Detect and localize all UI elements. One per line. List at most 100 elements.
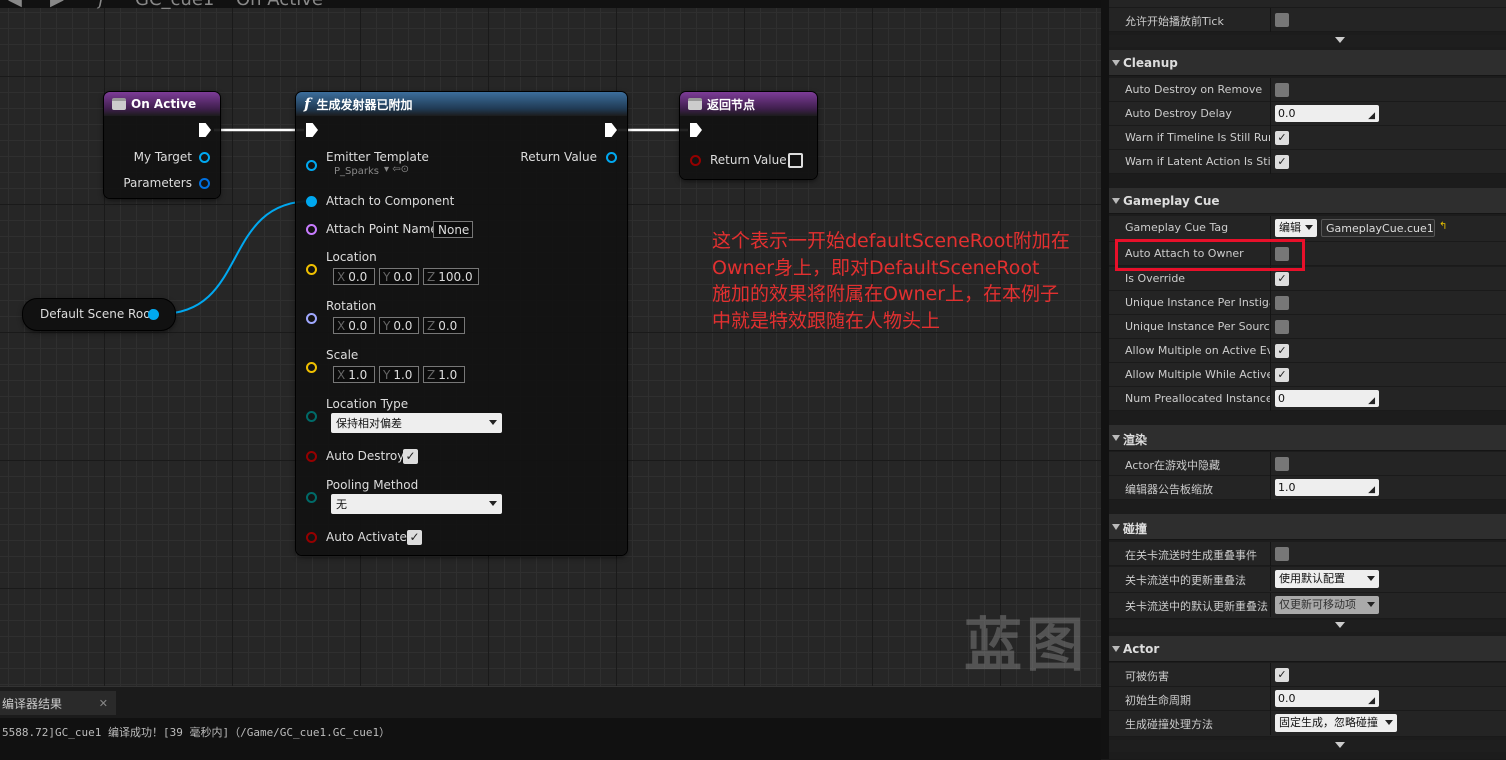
allow-multiple-active-checkbox[interactable]: ✓ <box>1275 344 1289 358</box>
details-row: Warn if Latent Action Is Still Running ✓ <box>1109 150 1506 174</box>
rotation-y-input[interactable]: Y 0.0 <box>379 317 419 334</box>
details-row: 可被伤害 ✓ <box>1109 663 1506 687</box>
location-z-input[interactable]: Z 100.0 <box>423 268 479 285</box>
tag-edit-dropdown[interactable]: 编辑 <box>1275 219 1317 237</box>
exec-in-pin[interactable] <box>690 123 702 137</box>
scale-x-input[interactable]: X 1.0 <box>333 366 375 383</box>
location-type-label: Location Type <box>326 397 409 411</box>
pooling-method-pin[interactable] <box>306 492 317 503</box>
rotation-pin[interactable] <box>306 313 317 324</box>
initial-life-span-input[interactable]: 0.0 ◢ <box>1275 690 1379 707</box>
my-target-label: My Target <box>133 150 192 164</box>
location-type-pin[interactable] <box>306 411 317 422</box>
chevron-down-icon <box>1367 602 1375 607</box>
dropdown-value: 编辑 <box>1279 221 1301 234</box>
location-x-input[interactable]: X 0.0 <box>333 268 375 285</box>
location-y-input[interactable]: Y 0.0 <box>379 268 419 285</box>
allow-multiple-while-active-checkbox[interactable]: ✓ <box>1275 368 1289 382</box>
auto-activate-pin[interactable] <box>306 532 317 543</box>
scale-pin[interactable] <box>306 362 317 373</box>
details-row: Actor在游戏中隐藏 <box>1109 452 1506 476</box>
chevron-down-icon <box>489 501 497 506</box>
my-target-pin[interactable] <box>199 152 210 163</box>
row-label: Auto Destroy Delay <box>1125 107 1232 120</box>
details-row: Auto Destroy on Remove <box>1109 78 1506 102</box>
scale-x-value: 1.0 <box>348 367 368 382</box>
annotation-line: 中就是特效跟随在人物头上 <box>712 309 941 332</box>
dropdown-value: 仅更新可移动项 <box>1279 598 1356 611</box>
rotation-z-input[interactable]: Z 0.0 <box>423 317 465 334</box>
tab-compiler-results[interactable]: 编译器结果 ✕ <box>0 691 116 715</box>
gameplay-cue-tag-value[interactable]: GameplayCue.cue1 <box>1321 219 1435 237</box>
row-label: Num Preallocated Instances <box>1125 392 1270 405</box>
details-row: Allow Multiple While Active Events ✓ <box>1109 363 1506 387</box>
chevron-down-icon[interactable]: ▾ ⇦⊙ <box>384 164 409 175</box>
annotation-line: 施加的效果将附属在Owner上，在本例子 <box>712 283 1060 305</box>
update-overlaps-dropdown[interactable]: 使用默认配置 <box>1275 570 1379 588</box>
category-rendering[interactable]: 渲染 <box>1109 425 1506 451</box>
on-active-node[interactable]: On Active My Target Parameters <box>104 92 220 198</box>
overlap-events-checkbox[interactable] <box>1275 547 1289 561</box>
advanced-expander[interactable] <box>1109 620 1506 632</box>
location-type-dropdown[interactable]: 保持相对偏差 <box>331 413 502 433</box>
details-row: Num Preallocated Instances 0 ◢ <box>1109 387 1506 411</box>
scale-label: Scale <box>326 348 359 362</box>
scale-z-value: 1.0 <box>438 367 458 382</box>
emitter-template-value[interactable]: P_Sparks <box>334 166 379 177</box>
exec-out-pin[interactable] <box>199 123 211 137</box>
attach-point-name-input[interactable]: None <box>433 221 473 238</box>
auto-destroy-delay-input[interactable]: 0.0 ◢ <box>1275 105 1379 122</box>
billboard-scale-input[interactable]: 1.0 ◢ <box>1275 479 1379 496</box>
exec-out-pin[interactable] <box>605 123 617 137</box>
z-axis-label: Z <box>427 318 436 333</box>
scene-root-pin[interactable] <box>148 309 159 320</box>
category-actor[interactable]: Actor <box>1109 636 1506 662</box>
advanced-expander[interactable] <box>1109 35 1506 47</box>
spawn-emitter-node[interactable]: f 生成发射器已附加 Emitter Template P_Sparks ▾ ⇦… <box>296 92 627 555</box>
auto-destroy-pin[interactable] <box>306 451 317 462</box>
emitter-template-pin[interactable] <box>306 160 317 171</box>
chevron-down-icon <box>1335 742 1345 748</box>
auto-activate-checkbox[interactable]: ✓ <box>407 530 422 545</box>
scale-z-input[interactable]: Z 1.0 <box>423 366 465 383</box>
exec-in-pin[interactable] <box>306 123 318 137</box>
attach-to-component-pin[interactable] <box>306 196 317 207</box>
category-collision[interactable]: 碰撞 <box>1109 514 1506 540</box>
return-value-pin[interactable] <box>606 152 617 163</box>
default-update-overlaps-dropdown[interactable]: 仅更新可移动项 <box>1275 596 1379 614</box>
blueprint-graph[interactable]: ◀ ▶ f GC_cue1 On Active On Active My Tar… <box>0 0 1101 686</box>
unique-source-checkbox[interactable] <box>1275 320 1289 334</box>
hidden-in-game-checkbox[interactable] <box>1275 457 1289 471</box>
reset-arrow-icon[interactable]: ↰ <box>1439 221 1447 232</box>
num-preallocated-input[interactable]: 0 ◢ <box>1275 390 1379 407</box>
attach-point-name-pin[interactable] <box>306 224 317 235</box>
spawn-collision-dropdown[interactable]: 固定生成，忽略碰撞 <box>1275 714 1397 732</box>
tick-before-play-checkbox[interactable] <box>1275 13 1289 27</box>
can-be-damaged-checkbox[interactable]: ✓ <box>1275 668 1289 682</box>
return-value-pin[interactable] <box>690 155 701 166</box>
row-label: 关卡流送中的更新重叠法 <box>1125 574 1246 587</box>
chevron-down-icon <box>1305 225 1313 230</box>
return-value-checkbox[interactable] <box>788 153 803 168</box>
pooling-method-dropdown[interactable]: 无 <box>331 494 502 514</box>
details-row: Warn if Timeline Is Still Running ✓ <box>1109 126 1506 150</box>
auto-destroy-checkbox[interactable]: ✓ <box>403 449 418 464</box>
spawn-emitter-title: 生成发射器已附加 <box>316 97 413 112</box>
rotation-x-input[interactable]: X 0.0 <box>333 317 375 334</box>
return-node[interactable]: 返回节点 Return Value <box>680 92 817 179</box>
category-gameplay-cue[interactable]: Gameplay Cue <box>1109 188 1506 214</box>
location-z-value: 100.0 <box>438 269 473 284</box>
warn-timeline-checkbox[interactable]: ✓ <box>1275 131 1289 145</box>
auto-destroy-on-remove-checkbox[interactable] <box>1275 83 1289 97</box>
advanced-expander[interactable] <box>1109 740 1506 752</box>
scene-root-node[interactable]: Default Scene Root <box>23 299 175 330</box>
is-override-checkbox[interactable]: ✓ <box>1275 272 1289 286</box>
warn-latent-checkbox[interactable]: ✓ <box>1275 155 1289 169</box>
unique-instigator-checkbox[interactable] <box>1275 296 1289 310</box>
location-pin[interactable] <box>306 264 317 275</box>
parameters-pin[interactable] <box>199 178 210 189</box>
scale-y-input[interactable]: Y 1.0 <box>379 366 419 383</box>
close-icon[interactable]: ✕ <box>99 697 108 710</box>
pooling-method-value: 无 <box>336 498 347 511</box>
category-cleanup[interactable]: Cleanup <box>1109 50 1506 76</box>
